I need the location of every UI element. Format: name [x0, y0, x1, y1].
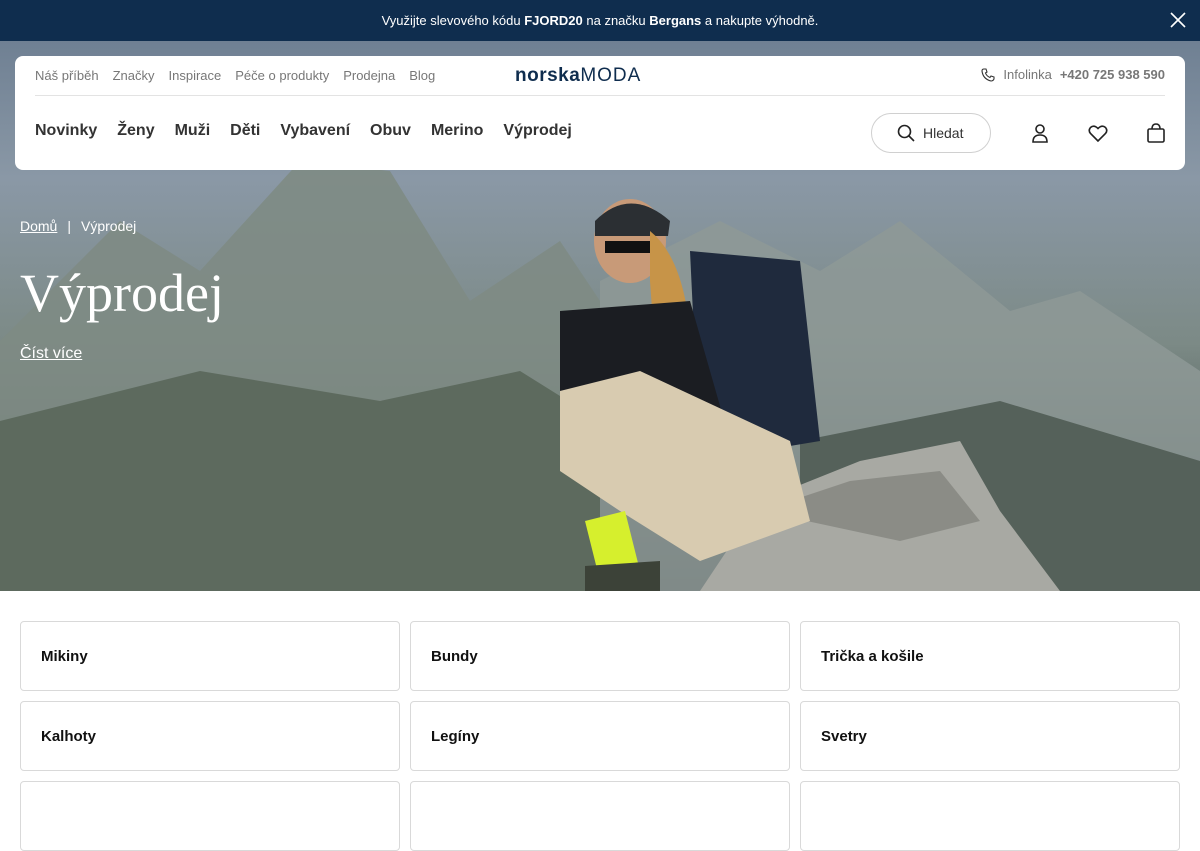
- nav-merino[interactable]: Merino: [431, 122, 483, 140]
- promo-brand: Bergans: [649, 13, 702, 28]
- category-card-leggings[interactable]: Legíny: [410, 701, 790, 771]
- nav-sale[interactable]: Výprodej: [503, 122, 571, 140]
- infoline-phone[interactable]: +420 725 938 590: [1060, 67, 1165, 82]
- breadcrumb-home[interactable]: Domů: [20, 218, 57, 234]
- search-button[interactable]: Hledat: [871, 113, 991, 153]
- site-logo[interactable]: norska moda: [515, 65, 641, 87]
- phone-icon: [981, 67, 995, 82]
- promo-code: FJORD20: [524, 13, 583, 28]
- utility-nav: Náš příběh Značky Inspirace Péče o produ…: [35, 68, 435, 83]
- category-card[interactable]: [20, 781, 400, 851]
- breadcrumb-current: Výprodej: [81, 218, 137, 234]
- logo-light: moda: [580, 65, 642, 86]
- nav-equipment[interactable]: Vybavení: [280, 122, 350, 140]
- page-title: Výprodej: [20, 263, 224, 323]
- search-label: Hledat: [923, 125, 964, 141]
- util-link-inspiration[interactable]: Inspirace: [169, 68, 222, 83]
- nav-news[interactable]: Novinky: [35, 122, 97, 140]
- read-more-link[interactable]: Číst více: [20, 345, 82, 363]
- category-grid: Mikiny Bundy Trička a košile Kalhoty Leg…: [20, 621, 1180, 851]
- search-icon: [897, 124, 915, 142]
- category-card-jackets[interactable]: Bundy: [410, 621, 790, 691]
- close-icon[interactable]: [1168, 10, 1188, 30]
- category-card-tshirts-shirts[interactable]: Trička a košile: [800, 621, 1180, 691]
- cart-bag-icon[interactable]: [1145, 122, 1167, 144]
- util-link-blog[interactable]: Blog: [409, 68, 435, 83]
- util-link-story[interactable]: Náš příběh: [35, 68, 99, 83]
- breadcrumb: Domů | Výprodej: [20, 218, 136, 234]
- site-header: Náš příběh Značky Inspirace Péče o produ…: [15, 56, 1185, 170]
- nav-shoes[interactable]: Obuv: [370, 122, 411, 140]
- logo-bold: norska: [515, 65, 581, 86]
- promo-bar: Využijte slevového kódu FJORD20 na značk…: [0, 0, 1200, 41]
- account-icon[interactable]: [1029, 122, 1051, 144]
- breadcrumb-separator: |: [67, 218, 71, 234]
- category-card-sweaters[interactable]: Svetry: [800, 701, 1180, 771]
- promo-text: Využijte slevového kódu FJORD20 na značk…: [381, 13, 819, 28]
- nav-kids[interactable]: Děti: [230, 122, 260, 140]
- util-link-store[interactable]: Prodejna: [343, 68, 395, 83]
- category-card-hoodies[interactable]: Mikiny: [20, 621, 400, 691]
- util-link-care[interactable]: Péče o produkty: [235, 68, 329, 83]
- wishlist-heart-icon[interactable]: [1087, 122, 1109, 144]
- category-card-pants[interactable]: Kalhoty: [20, 701, 400, 771]
- infoline-label: Infolinka: [1003, 67, 1052, 82]
- util-link-brands[interactable]: Značky: [113, 68, 155, 83]
- infoline: Infolinka +420 725 938 590: [981, 67, 1165, 82]
- category-card[interactable]: [800, 781, 1180, 851]
- nav-men[interactable]: Muži: [175, 122, 211, 140]
- main-nav: Novinky Ženy Muži Děti Vybavení Obuv Mer…: [35, 122, 572, 140]
- category-card[interactable]: [410, 781, 790, 851]
- header-divider: [35, 95, 1165, 96]
- nav-women[interactable]: Ženy: [117, 122, 154, 140]
